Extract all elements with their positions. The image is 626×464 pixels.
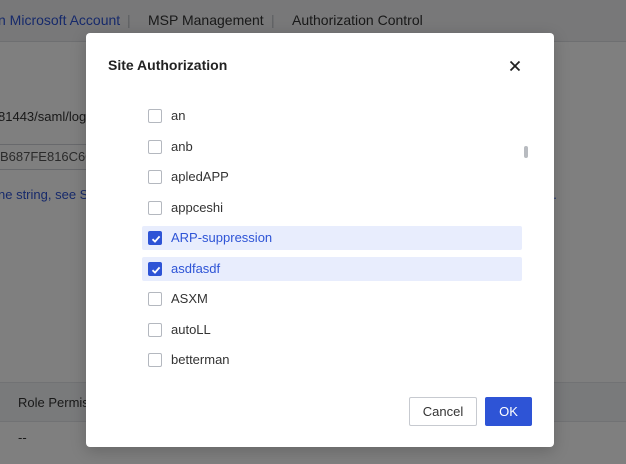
ok-button[interactable]: OK [485, 397, 532, 426]
site-list-item[interactable]: betterman [142, 348, 522, 370]
site-list-item[interactable]: autoLL [142, 318, 522, 342]
site-label: anb [171, 138, 193, 154]
list-scrollbar[interactable] [524, 146, 528, 158]
site-label: appceshi [171, 199, 224, 215]
site-checkbox[interactable] [148, 353, 162, 367]
check-icon [151, 235, 161, 243]
site-checkbox[interactable] [148, 200, 162, 215]
site-checkbox[interactable] [148, 109, 162, 123]
site-checkbox[interactable] [148, 322, 162, 337]
site-label: apledAPP [171, 169, 229, 184]
site-checkbox[interactable] [148, 170, 162, 184]
site-list-item[interactable]: asdfasdf [142, 256, 522, 281]
site-list-item[interactable]: apledAPP [142, 165, 522, 189]
site-label: ASXM [171, 291, 208, 306]
site-label: ARP-suppression [171, 230, 273, 245]
site-list-item[interactable]: an [142, 104, 522, 128]
site-list-item[interactable]: ASXM [142, 287, 522, 311]
check-icon [151, 266, 161, 274]
site-list-item[interactable]: appceshi [142, 196, 522, 220]
site-label: autoLL [171, 321, 211, 337]
site-checkbox[interactable] [148, 231, 162, 245]
site-checkbox[interactable] [148, 261, 162, 276]
site-label: an [171, 108, 186, 123]
site-list-item[interactable]: ARP-suppression [142, 226, 522, 250]
site-label: betterman [171, 352, 230, 367]
site-label: asdfasdf [171, 260, 221, 276]
cancel-button[interactable]: Cancel [409, 397, 477, 426]
dialog-title: Site Authorization [108, 57, 228, 73]
site-list[interactable]: an anb apledAPP appceshi ARP-suppression asdf… [142, 104, 528, 370]
close-button[interactable] [506, 57, 524, 75]
site-checkbox[interactable] [148, 139, 162, 154]
site-list-item[interactable]: anb [142, 135, 522, 159]
site-checkbox[interactable] [148, 292, 162, 306]
close-icon [509, 60, 521, 72]
site-authorization-dialog: Site Authorization an anb apledAPP appceshi… [86, 33, 554, 447]
